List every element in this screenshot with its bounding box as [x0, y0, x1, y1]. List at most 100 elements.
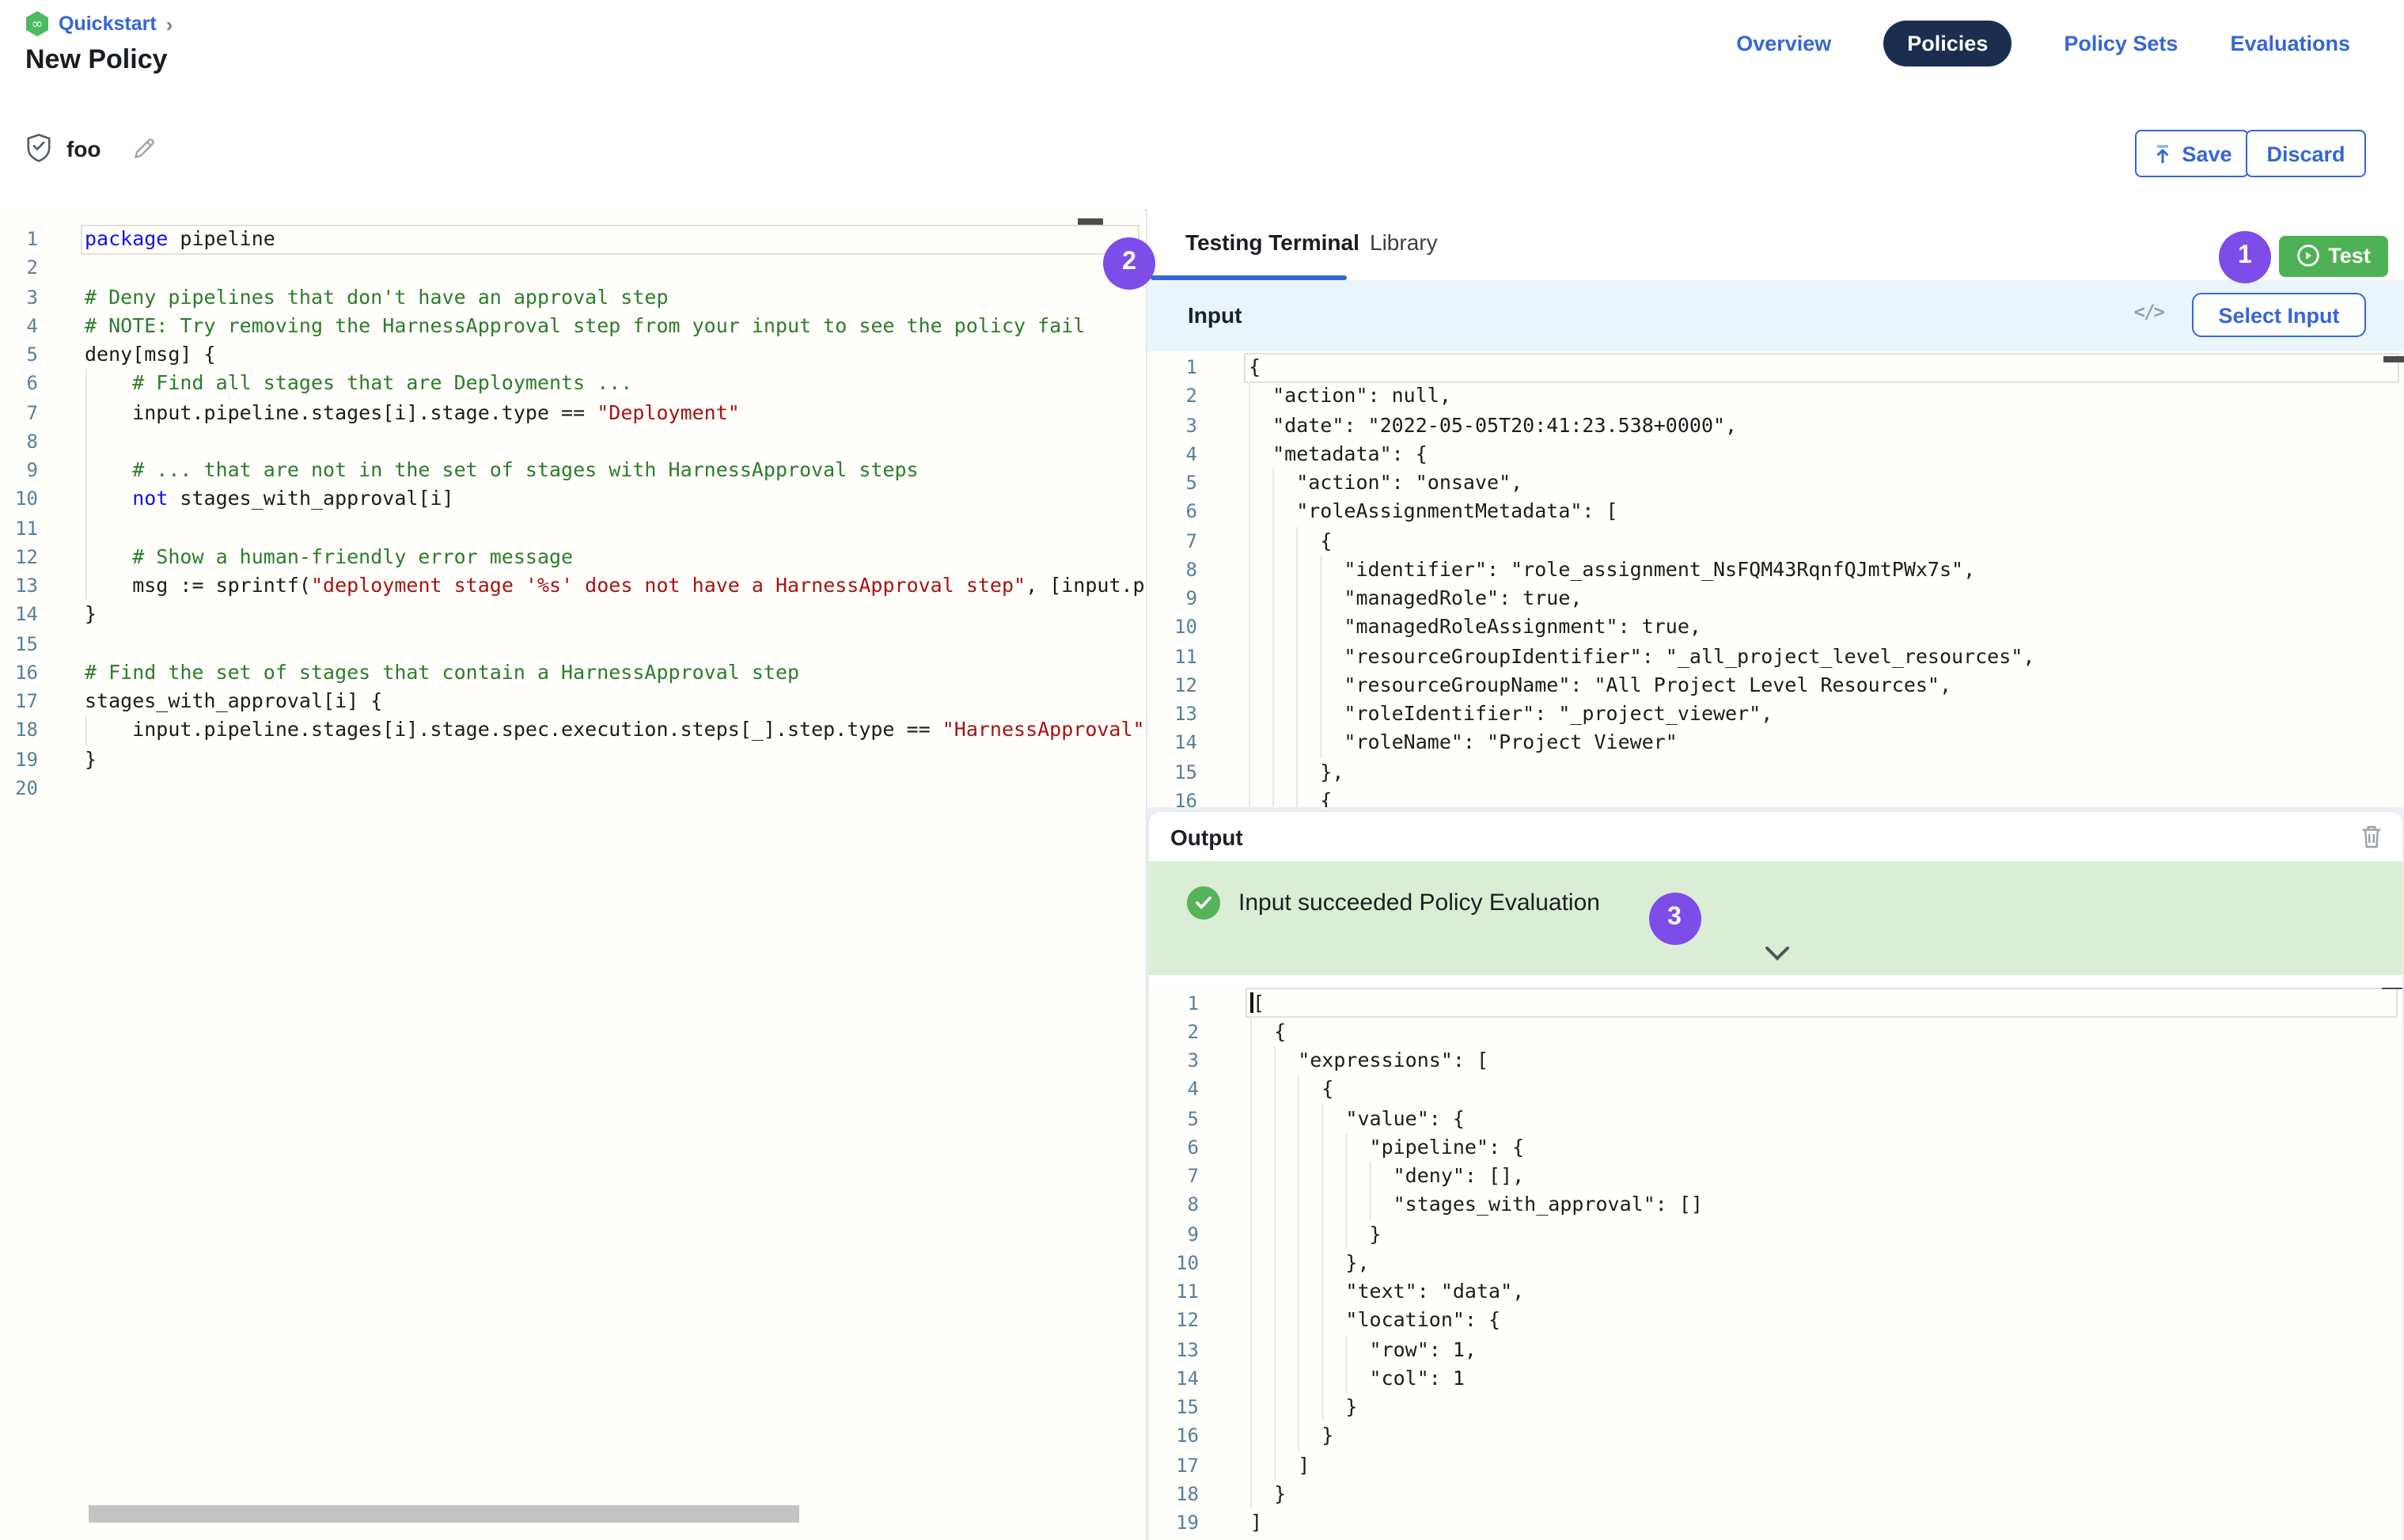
line-number: 11 [0, 514, 38, 543]
code-line: 6 # Find all stages that are Deployments… [0, 370, 1144, 399]
line-number: 14 [1147, 729, 1197, 758]
line-number: 12 [1148, 1307, 1199, 1336]
line-number: 10 [1147, 613, 1197, 643]
code-line: 7 input.pipeline.stages[i].stage.type ==… [0, 398, 1144, 427]
input-card: Testing Terminal Library Input </> Selec… [1147, 209, 2404, 807]
panel-tabs: Testing Terminal Library [1147, 209, 2404, 280]
policy-name: foo [66, 135, 101, 161]
harness-logo-icon: ∞ [25, 11, 49, 36]
line-number: 2 [1147, 382, 1197, 412]
code-line: 1[ [1148, 988, 2402, 1018]
test-label: Test [2328, 244, 2371, 267]
line-number: 2 [0, 254, 38, 283]
line-number: 11 [1148, 1277, 1199, 1307]
evaluation-success-banner: Input succeeded Policy Evaluation [1148, 861, 2402, 975]
discard-button[interactable]: Discard [2246, 130, 2366, 177]
trash-icon[interactable] [2360, 823, 2383, 850]
line-number: 20 [0, 774, 38, 803]
code-line: 20 [0, 774, 1144, 803]
nav-policy-sets[interactable]: Policy Sets [2064, 32, 2178, 55]
code-line: 3# Deny pipelines that don't have an app… [0, 283, 1144, 312]
line-number: 19 [0, 745, 38, 774]
top-nav: Overview Policies Policy Sets Evaluation… [1736, 21, 2350, 66]
line-number: 1 [1147, 353, 1197, 382]
chevron-right-icon: › [166, 12, 173, 36]
editor-scroll-thumb[interactable] [1078, 218, 1103, 225]
discard-label: Discard [2266, 142, 2345, 165]
code-line: 8 "identifier": "role_assignment_NsFQM43… [1147, 556, 2404, 585]
input-json-editor[interactable]: 1{2 "action": null,3 "date": "2022-05-05… [1147, 351, 2404, 807]
line-number: 8 [1148, 1191, 1199, 1220]
page-header: ∞ Quickstart › New Policy Overview Polic… [0, 0, 2404, 100]
code-line: 11 "resourceGroupIdentifier": "_all_proj… [1147, 642, 2404, 671]
code-line: 4 "metadata": { [1147, 440, 2404, 469]
horizontal-scrollbar[interactable] [89, 1505, 799, 1523]
line-number: 16 [1147, 787, 1197, 808]
code-line: 16# Find the set of stages that contain … [0, 658, 1144, 688]
code-line: 12 # Show a human-friendly error message [0, 543, 1144, 572]
play-circle-icon [2296, 244, 2320, 267]
policy-name-group: foo [25, 133, 157, 163]
tab-testing-terminal[interactable]: Testing Terminal [1185, 229, 1359, 255]
save-button[interactable]: Save [2135, 130, 2249, 177]
select-input-label: Select Input [2218, 303, 2339, 327]
line-number: 8 [0, 427, 38, 457]
upload-icon [2152, 143, 2172, 164]
code-line: 16 { [1147, 787, 2404, 808]
code-line: 17 ] [1148, 1451, 2402, 1480]
code-line: 4 { [1148, 1075, 2402, 1105]
chevron-down-icon[interactable] [1764, 946, 1789, 961]
line-number: 17 [1148, 1451, 1199, 1480]
code-brackets-icon[interactable]: </> [2134, 301, 2163, 323]
line-number: 3 [0, 283, 38, 312]
line-number: 4 [1148, 1075, 1199, 1105]
shield-check-icon [25, 133, 52, 163]
code-line: 10 not stages_with_approval[i] [0, 485, 1144, 514]
line-number: 6 [1147, 498, 1197, 527]
code-line: 18 } [1148, 1480, 2402, 1509]
line-number: 19 [1148, 1508, 1199, 1538]
nav-overview[interactable]: Overview [1736, 32, 1831, 55]
line-number: 2 [1148, 1018, 1199, 1047]
edit-pencil-icon[interactable] [131, 135, 157, 161]
code-line: 8 "stages_with_approval": [] [1148, 1191, 2402, 1220]
output-title: Output [1170, 825, 1243, 850]
code-line: 15 }, [1147, 757, 2404, 787]
line-number: 1 [0, 225, 38, 254]
tab-library[interactable]: Library [1370, 229, 1438, 255]
line-number: 5 [1148, 1104, 1199, 1133]
line-number: 15 [1148, 1393, 1199, 1422]
nav-policies-active[interactable]: Policies [1883, 21, 2012, 66]
input-title: Input [1188, 302, 1242, 328]
code-line: 14 "col": 1 [1148, 1364, 2402, 1394]
code-line: 2 "action": null, [1147, 382, 2404, 412]
code-line: 6 "roleAssignmentMetadata": [ [1147, 498, 2404, 527]
select-input-button[interactable]: Select Input [2192, 293, 2366, 337]
breadcrumb-link[interactable]: Quickstart [59, 13, 157, 35]
code-line: 3 "expressions": [ [1148, 1046, 2402, 1075]
line-number: 5 [0, 340, 38, 370]
output-section-header: Output [1148, 812, 2402, 861]
nav-evaluations[interactable]: Evaluations [2230, 32, 2350, 55]
code-line: 1package pipeline [0, 225, 1144, 254]
input-section-header: Input </> Select Input [1147, 280, 2404, 351]
output-json-editor[interactable]: 1[2 {3 "expressions": [4 {5 "value": {6 … [1148, 988, 2402, 1540]
step-badge-1: 1 [2219, 230, 2271, 283]
line-number: 8 [1147, 556, 1197, 585]
editor-scroll-thumb[interactable] [2383, 356, 2404, 362]
line-number: 18 [0, 716, 38, 745]
line-number: 16 [0, 658, 38, 688]
test-button[interactable]: Test [2279, 235, 2388, 276]
line-number: 4 [1147, 440, 1197, 469]
line-number: 3 [1147, 411, 1197, 440]
code-line: 12 "resourceGroupName": "All Project Lev… [1147, 671, 2404, 700]
code-line: 7 "deny": [], [1148, 1162, 2402, 1191]
code-line: 10 "managedRoleAssignment": true, [1147, 613, 2404, 643]
code-line: 5 "action": "onsave", [1147, 468, 2404, 498]
line-number: 15 [1147, 757, 1197, 787]
policy-code-editor[interactable]: 1package pipeline23# Deny pipelines that… [0, 209, 1144, 1540]
save-label: Save [2182, 142, 2231, 165]
line-number: 12 [1147, 671, 1197, 700]
code-line: 5 "value": { [1148, 1104, 2402, 1133]
line-number: 7 [1148, 1162, 1199, 1191]
